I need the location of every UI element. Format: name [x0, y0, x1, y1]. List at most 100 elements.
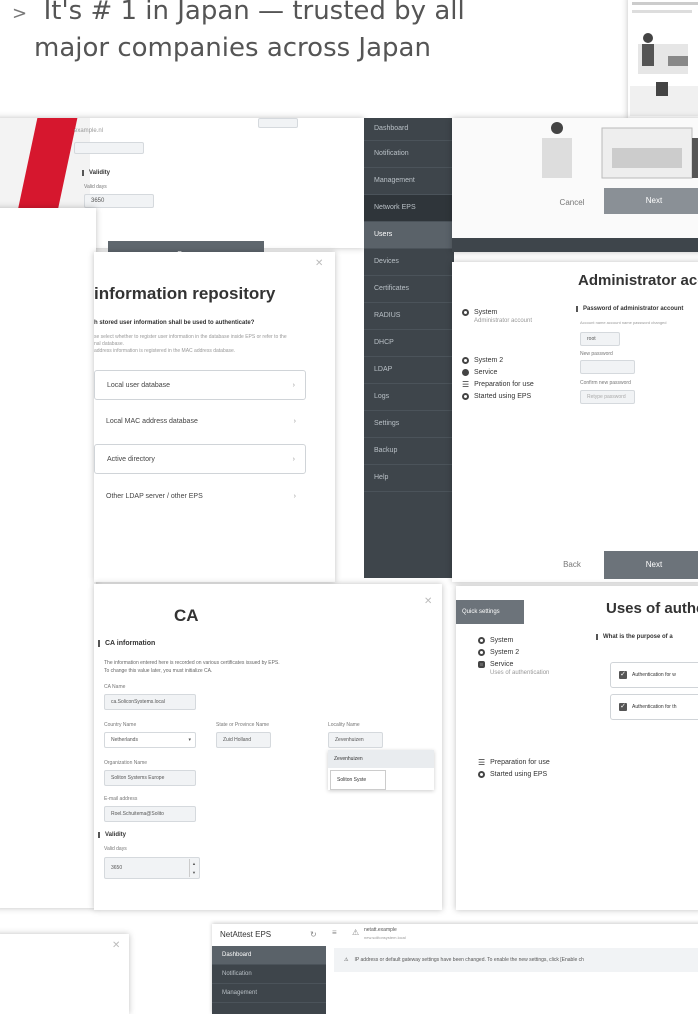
- auth-checkbox-row[interactable]: ✓ Authentication for th: [610, 694, 698, 720]
- sidebar-item[interactable]: Notification: [364, 141, 454, 168]
- country-select[interactable]: Netherlands ▾: [104, 732, 196, 748]
- step-ring-icon: [478, 636, 485, 644]
- sub-step: Administrator account: [474, 318, 533, 324]
- nav-notification[interactable]: Notification: [212, 965, 326, 984]
- ca-title: CA: [174, 606, 199, 625]
- close-icon[interactable]: ✕: [315, 258, 323, 269]
- nav-management[interactable]: Management: [212, 984, 326, 1003]
- sidebar-item[interactable]: RADIUS: [364, 303, 454, 330]
- list-icon: ☰: [462, 379, 470, 389]
- valid-days-label: Valid days: [84, 184, 107, 190]
- next-button[interactable]: Next: [604, 188, 698, 214]
- admin-name-input[interactable]: root: [580, 332, 620, 346]
- option-label: Active directory: [107, 456, 155, 463]
- ca-section: CA information: [98, 640, 155, 647]
- sidebar-item[interactable]: Management: [364, 168, 454, 195]
- host-sub: new.solitonsystem.local: [364, 935, 406, 940]
- repository-option[interactable]: Active directory ›: [94, 444, 306, 474]
- sidebar-item-active[interactable]: Users: [364, 222, 454, 249]
- repository-desc-2: nal database.: [94, 341, 125, 347]
- step-item: System: [462, 306, 534, 318]
- org-label: Organization Name: [104, 760, 148, 766]
- locality-input[interactable]: Zevenhuizen: [328, 732, 383, 748]
- warning-icon: ⚠: [352, 928, 360, 937]
- ca-dialog: ✕ CA CA information The information ente…: [94, 584, 442, 910]
- dashboard-sidebar: NetAttest EPS Dashboard Notification Man…: [212, 924, 326, 1014]
- laptop-illustration-icon: [542, 122, 698, 179]
- sub-step: Uses of authentication: [490, 670, 550, 676]
- email-input[interactable]: Roel.Schuitema@Solito: [104, 806, 196, 822]
- warning-icon: ⚠: [344, 957, 349, 963]
- sidebar-item[interactable]: Logs: [364, 384, 454, 411]
- repository-dialog: ✕ information repository h stored user i…: [94, 252, 335, 582]
- autocomplete-item[interactable]: Soliton Syste: [330, 770, 386, 790]
- next-button[interactable]: Next: [604, 551, 698, 579]
- admin-account-dialog: Administrator accou System Administrator…: [452, 262, 698, 582]
- ca-name-input[interactable]: ca.SoliconSystems.local: [104, 694, 196, 710]
- confirm-password-input[interactable]: Retype password: [580, 390, 635, 404]
- top-sidebar: Dashboard Notification Management Networ…: [364, 118, 454, 578]
- admin-section: Password of administrator account: [576, 306, 683, 312]
- state-input[interactable]: Zuid Holland: [216, 732, 271, 748]
- sidebar-item[interactable]: Dashboard: [364, 118, 454, 141]
- org-input[interactable]: Soliton Systems Europe: [104, 770, 196, 786]
- ca-desc-2: To change this value later, you must ini…: [104, 668, 213, 674]
- sidebar-item[interactable]: LDAP: [364, 357, 454, 384]
- email-label: E-mail address: [104, 796, 138, 802]
- step-ring-icon: [478, 648, 485, 656]
- sidebar-item[interactable]: Devices: [364, 249, 454, 276]
- step-item: Started using EPS: [462, 390, 534, 402]
- repository-desc-1: se select whether to register user infor…: [94, 334, 287, 340]
- auth-checkbox-row[interactable]: ✓ Authentication for w: [610, 662, 698, 688]
- new-password-input[interactable]: [580, 360, 635, 374]
- menu-icon[interactable]: ≡: [332, 928, 337, 937]
- checkbox-checked-icon[interactable]: ✓: [619, 703, 627, 711]
- step-ring-icon: [478, 770, 485, 778]
- close-icon[interactable]: ✕: [112, 940, 120, 951]
- nav-dashboard[interactable]: Dashboard: [212, 946, 326, 965]
- sidebar-item[interactable]: Help: [364, 465, 454, 492]
- refresh-icon[interactable]: ↻: [310, 930, 317, 939]
- uses-question: What is the purpose of a: [596, 634, 673, 640]
- repository-option[interactable]: Local MAC address database ›: [94, 407, 306, 437]
- sidebar-title: Network EPS: [364, 195, 454, 222]
- host-name: netatt.example: [364, 927, 397, 933]
- state-label: State or Province Name: [216, 722, 270, 728]
- chevron-right-icon: ›: [292, 382, 295, 389]
- uses-title: Uses of authe: [606, 600, 698, 617]
- chevron-right-icon: ›: [293, 493, 296, 500]
- quick-setup-panel: Cancel Next: [452, 118, 698, 252]
- sidebar-item[interactable]: Certificates: [364, 276, 454, 303]
- repository-question: h stored user information shall be used …: [94, 320, 255, 326]
- step-item: System: [478, 634, 550, 646]
- spinner-icon[interactable]: ▲ ▼: [189, 859, 198, 877]
- repository-option[interactable]: Other LDAP server / other EPS ›: [94, 482, 306, 512]
- back-button[interactable]: Back: [552, 556, 592, 574]
- close-icon[interactable]: ✕: [424, 596, 432, 607]
- locality-label: Locality Name: [328, 722, 360, 728]
- chevron-right-icon: ›: [292, 456, 295, 463]
- repository-option[interactable]: Local user database ›: [94, 370, 306, 400]
- sidebar-item[interactable]: Backup: [364, 438, 454, 465]
- cancel-button[interactable]: Cancel: [552, 194, 592, 212]
- brand-logo: NetAttest EPS: [212, 924, 326, 946]
- option-label: Other LDAP server / other EPS: [106, 493, 203, 500]
- checkbox-checked-icon[interactable]: ✓: [619, 671, 627, 679]
- valid-days-input[interactable]: 3650: [84, 194, 154, 208]
- new-password-label: New password: [580, 351, 613, 357]
- ca-desc-1: The information entered here is recorded…: [104, 660, 280, 666]
- country-label: Country Name: [104, 722, 137, 728]
- alert-bar: ⚠ IP address or default gateway settings …: [334, 948, 698, 972]
- bottom-left-card: ✕: [0, 934, 129, 1014]
- option-label: Local MAC address database: [106, 418, 198, 425]
- admin-title: Administrator accou: [578, 272, 698, 289]
- sidebar-item[interactable]: DHCP: [364, 330, 454, 357]
- service-gear-icon: [478, 660, 485, 668]
- illustration-card: [628, 0, 698, 120]
- option-label: Local user database: [107, 382, 171, 389]
- autocomplete-item[interactable]: Zevenhuizen: [328, 750, 434, 768]
- quick-settings-tab[interactable]: Quick settings: [456, 600, 524, 624]
- ca-valid-days-input[interactable]: 3650 ▲ ▼: [104, 857, 200, 879]
- heading-line-1: It's # 1 in Japan — trusted by all: [43, 0, 465, 26]
- sidebar-item[interactable]: Settings: [364, 411, 454, 438]
